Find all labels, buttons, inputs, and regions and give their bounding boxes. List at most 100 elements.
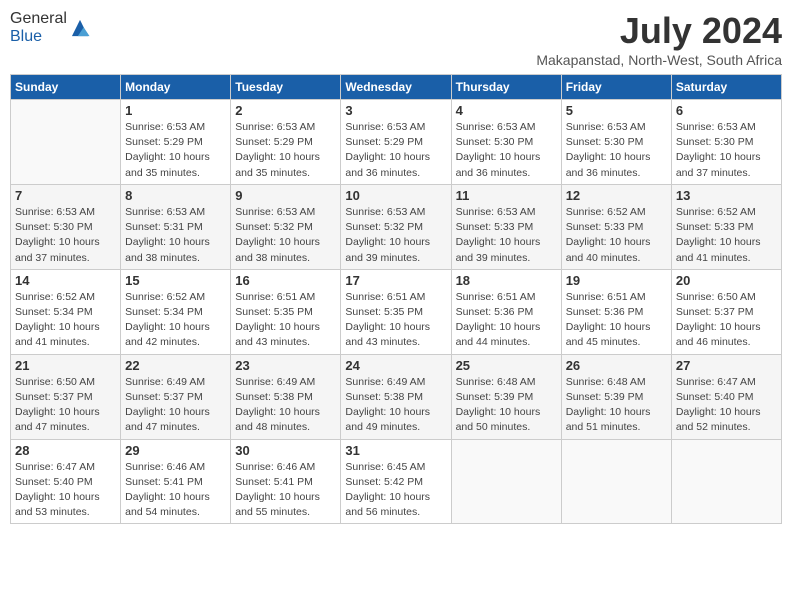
logo-text: General Blue <box>10 10 67 45</box>
calendar-cell: 22 Sunrise: 6:49 AM Sunset: 5:37 PM Dayli… <box>121 354 231 439</box>
calendar-cell: 16Sunrise: 6:51 AM Sunset: 5:35 PM Dayli… <box>231 269 341 354</box>
day-number: 20 <box>676 273 777 288</box>
day-number: 14 <box>15 273 116 288</box>
calendar-cell: 21 Sunrise: 6:50 AM Sunset: 5:37 PM Dayli… <box>11 354 121 439</box>
logo-general: General <box>10 10 67 27</box>
calendar-cell <box>561 439 671 524</box>
calendar-cell: 30Sunrise: 6:46 AM Sunset: 5:41 PM Dayli… <box>231 439 341 524</box>
day-number: 8 <box>125 188 226 203</box>
day-number: 31 <box>345 443 446 458</box>
calendar-cell <box>451 439 561 524</box>
cell-info: Sunrise: 6:51 AM Sunset: 5:35 PM Dayligh… <box>345 290 446 351</box>
cell-info: Sunrise: 6:53 AM Sunset: 5:29 PM Dayligh… <box>235 120 336 181</box>
cell-info: Sunrise: 6:50 AM Sunset: 5:37 PM Dayligh… <box>676 290 777 351</box>
calendar-cell: 8 Sunrise: 6:53 AM Sunset: 5:31 PM Daylig… <box>121 184 231 269</box>
day-number: 11 <box>456 188 557 203</box>
calendar-cell: 24Sunrise: 6:49 AM Sunset: 5:38 PM Dayli… <box>341 354 451 439</box>
cell-info: Sunrise: 6:53 AM Sunset: 5:32 PM Dayligh… <box>345 205 446 266</box>
calendar-cell: 1 Sunrise: 6:53 AM Sunset: 5:29 PM Daylig… <box>121 100 231 185</box>
cell-info: Sunrise: 6:48 AM Sunset: 5:39 PM Dayligh… <box>566 375 667 436</box>
calendar-cell: 31 Sunrise: 6:45 AM Sunset: 5:42 PM Dayli… <box>341 439 451 524</box>
weekday-header-tuesday: Tuesday <box>231 75 341 100</box>
calendar-cell <box>671 439 781 524</box>
calendar-table: SundayMondayTuesdayWednesdayThursdayFrid… <box>10 74 782 524</box>
logo: General Blue <box>10 10 91 45</box>
calendar-cell: 4 Sunrise: 6:53 AM Sunset: 5:30 PM Daylig… <box>451 100 561 185</box>
calendar-cell: 6 Sunrise: 6:53 AM Sunset: 5:30 PM Daylig… <box>671 100 781 185</box>
calendar-cell: 9 Sunrise: 6:53 AM Sunset: 5:32 PM Daylig… <box>231 184 341 269</box>
calendar-cell: 19 Sunrise: 6:51 AM Sunset: 5:36 PM Dayli… <box>561 269 671 354</box>
cell-info: Sunrise: 6:53 AM Sunset: 5:32 PM Dayligh… <box>235 205 336 266</box>
weekday-header-friday: Friday <box>561 75 671 100</box>
day-number: 12 <box>566 188 667 203</box>
day-number: 23 <box>235 358 336 373</box>
day-number: 29 <box>125 443 226 458</box>
calendar-cell: 15Sunrise: 6:52 AM Sunset: 5:34 PM Dayli… <box>121 269 231 354</box>
title-block: July 2024 Makapanstad, North-West, South… <box>536 10 782 68</box>
week-row-4: 21 Sunrise: 6:50 AM Sunset: 5:37 PM Dayli… <box>11 354 782 439</box>
cell-info: Sunrise: 6:47 AM Sunset: 5:40 PM Dayligh… <box>676 375 777 436</box>
day-number: 3 <box>345 103 446 118</box>
calendar-cell: 5Sunrise: 6:53 AM Sunset: 5:30 PM Daylig… <box>561 100 671 185</box>
cell-info: Sunrise: 6:53 AM Sunset: 5:33 PM Dayligh… <box>456 205 557 266</box>
day-number: 28 <box>15 443 116 458</box>
cell-info: Sunrise: 6:53 AM Sunset: 5:30 PM Dayligh… <box>566 120 667 181</box>
month-title: July 2024 <box>536 10 782 52</box>
calendar-cell: 26 Sunrise: 6:48 AM Sunset: 5:39 PM Dayli… <box>561 354 671 439</box>
day-number: 27 <box>676 358 777 373</box>
day-number: 2 <box>235 103 336 118</box>
calendar-cell <box>11 100 121 185</box>
logo-blue: Blue <box>10 28 42 45</box>
cell-info: Sunrise: 6:47 AM Sunset: 5:40 PM Dayligh… <box>15 460 116 521</box>
calendar-cell: 23 Sunrise: 6:49 AM Sunset: 5:38 PM Dayli… <box>231 354 341 439</box>
cell-info: Sunrise: 6:49 AM Sunset: 5:38 PM Dayligh… <box>345 375 446 436</box>
day-number: 25 <box>456 358 557 373</box>
cell-info: Sunrise: 6:53 AM Sunset: 5:31 PM Dayligh… <box>125 205 226 266</box>
day-number: 26 <box>566 358 667 373</box>
cell-info: Sunrise: 6:49 AM Sunset: 5:37 PM Dayligh… <box>125 375 226 436</box>
page-header: General Blue July 2024 Makapanstad, Nort… <box>10 10 782 68</box>
day-number: 4 <box>456 103 557 118</box>
calendar-cell: 10 Sunrise: 6:53 AM Sunset: 5:32 PM Dayli… <box>341 184 451 269</box>
cell-info: Sunrise: 6:51 AM Sunset: 5:36 PM Dayligh… <box>566 290 667 351</box>
calendar-cell: 14Sunrise: 6:52 AM Sunset: 5:34 PM Dayli… <box>11 269 121 354</box>
weekday-header-wednesday: Wednesday <box>341 75 451 100</box>
calendar-cell: 11 Sunrise: 6:53 AM Sunset: 5:33 PM Dayli… <box>451 184 561 269</box>
day-number: 1 <box>125 103 226 118</box>
calendar-cell: 27 Sunrise: 6:47 AM Sunset: 5:40 PM Dayli… <box>671 354 781 439</box>
cell-info: Sunrise: 6:48 AM Sunset: 5:39 PM Dayligh… <box>456 375 557 436</box>
day-number: 15 <box>125 273 226 288</box>
day-number: 7 <box>15 188 116 203</box>
cell-info: Sunrise: 6:49 AM Sunset: 5:38 PM Dayligh… <box>235 375 336 436</box>
location: Makapanstad, North-West, South Africa <box>536 52 782 68</box>
cell-info: Sunrise: 6:45 AM Sunset: 5:42 PM Dayligh… <box>345 460 446 521</box>
cell-info: Sunrise: 6:46 AM Sunset: 5:41 PM Dayligh… <box>125 460 226 521</box>
weekday-header-row: SundayMondayTuesdayWednesdayThursdayFrid… <box>11 75 782 100</box>
cell-info: Sunrise: 6:50 AM Sunset: 5:37 PM Dayligh… <box>15 375 116 436</box>
day-number: 6 <box>676 103 777 118</box>
day-number: 22 <box>125 358 226 373</box>
cell-info: Sunrise: 6:53 AM Sunset: 5:30 PM Dayligh… <box>676 120 777 181</box>
cell-info: Sunrise: 6:53 AM Sunset: 5:30 PM Dayligh… <box>15 205 116 266</box>
calendar-cell: 18Sunrise: 6:51 AM Sunset: 5:36 PM Dayli… <box>451 269 561 354</box>
weekday-header-sunday: Sunday <box>11 75 121 100</box>
day-number: 13 <box>676 188 777 203</box>
day-number: 30 <box>235 443 336 458</box>
day-number: 10 <box>345 188 446 203</box>
calendar-cell: 3 Sunrise: 6:53 AM Sunset: 5:29 PM Daylig… <box>341 100 451 185</box>
week-row-3: 14Sunrise: 6:52 AM Sunset: 5:34 PM Dayli… <box>11 269 782 354</box>
calendar-cell: 17Sunrise: 6:51 AM Sunset: 5:35 PM Dayli… <box>341 269 451 354</box>
cell-info: Sunrise: 6:52 AM Sunset: 5:33 PM Dayligh… <box>566 205 667 266</box>
day-number: 21 <box>15 358 116 373</box>
week-row-1: 1 Sunrise: 6:53 AM Sunset: 5:29 PM Daylig… <box>11 100 782 185</box>
calendar-cell: 25 Sunrise: 6:48 AM Sunset: 5:39 PM Dayli… <box>451 354 561 439</box>
cell-info: Sunrise: 6:53 AM Sunset: 5:29 PM Dayligh… <box>125 120 226 181</box>
calendar-cell: 28 Sunrise: 6:47 AM Sunset: 5:40 PM Dayli… <box>11 439 121 524</box>
cell-info: Sunrise: 6:53 AM Sunset: 5:29 PM Dayligh… <box>345 120 446 181</box>
day-number: 18 <box>456 273 557 288</box>
day-number: 19 <box>566 273 667 288</box>
cell-info: Sunrise: 6:52 AM Sunset: 5:33 PM Dayligh… <box>676 205 777 266</box>
cell-info: Sunrise: 6:53 AM Sunset: 5:30 PM Dayligh… <box>456 120 557 181</box>
day-number: 9 <box>235 188 336 203</box>
calendar-cell: 12 Sunrise: 6:52 AM Sunset: 5:33 PM Dayli… <box>561 184 671 269</box>
